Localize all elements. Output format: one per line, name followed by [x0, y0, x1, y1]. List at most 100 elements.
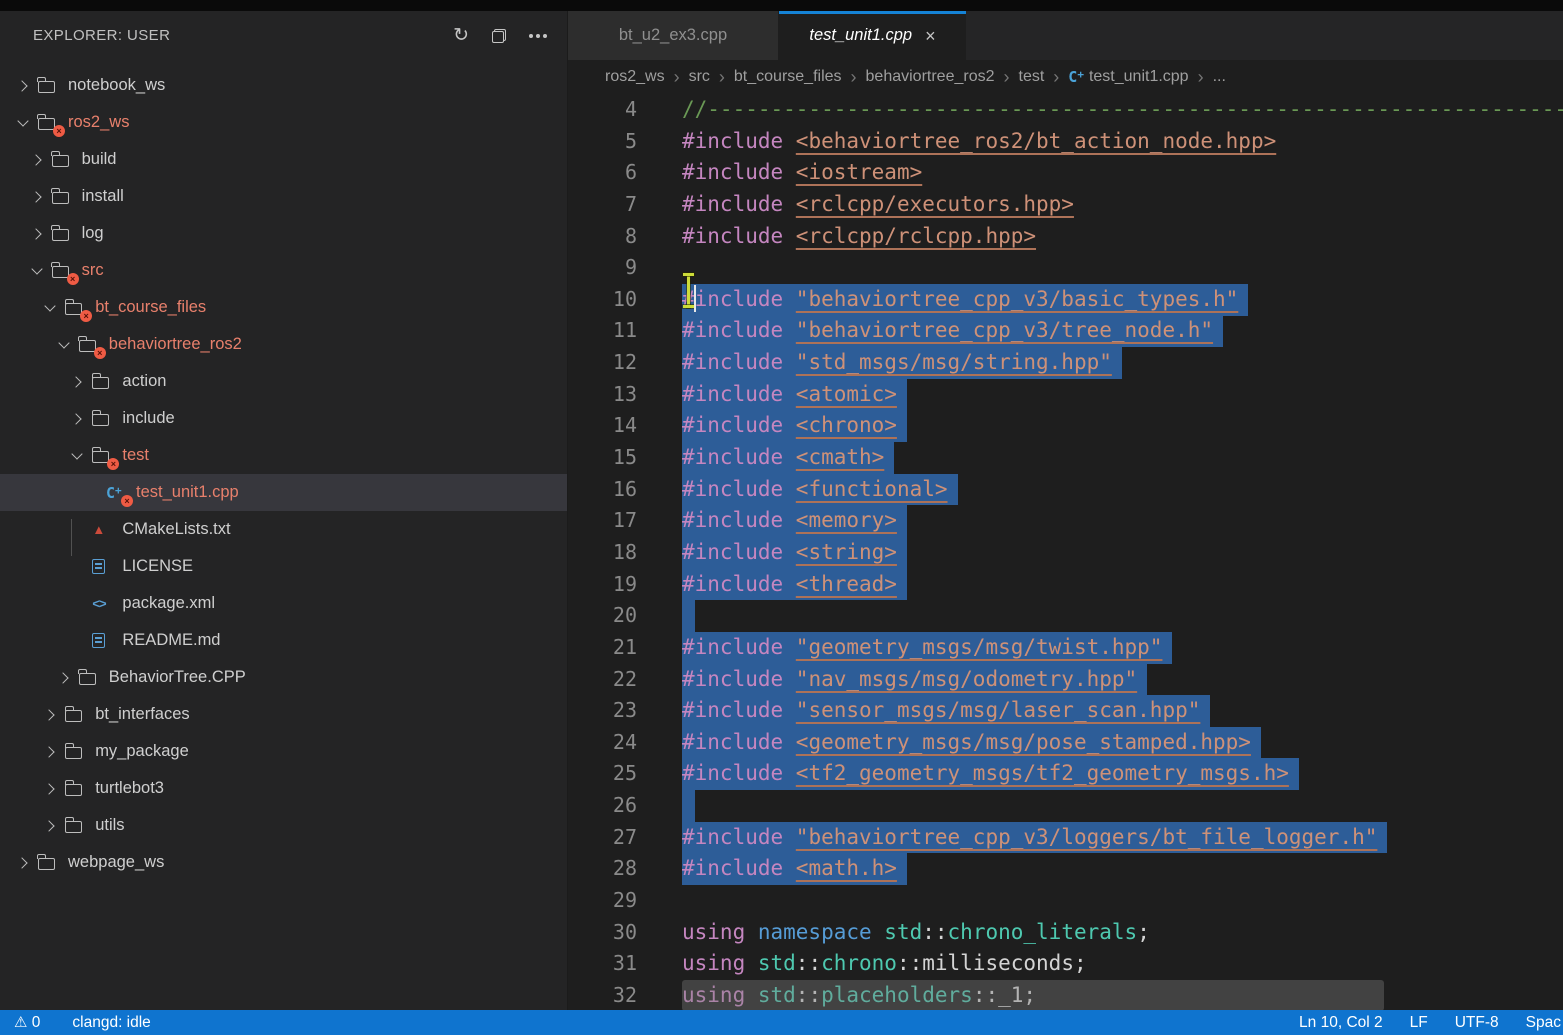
- tab-bt_u2_ex3-cpp[interactable]: bt_u2_ex3.cpp: [568, 11, 779, 60]
- line-number[interactable]: 29: [568, 885, 637, 917]
- eol-indicator[interactable]: LF: [1410, 1014, 1428, 1032]
- tree-item-LICENSE[interactable]: LICENSE: [0, 548, 567, 585]
- code-line-7[interactable]: 7#include <rclcpp/executors.hpp>: [568, 189, 1563, 221]
- code-line-24[interactable]: 24#include <geometry_msgs/msg/pose_stamp…: [568, 727, 1563, 759]
- chevron-down-icon[interactable]: [28, 263, 52, 279]
- tree-item-test_unit1.cpp[interactable]: ×test_unit1.cpp: [0, 474, 567, 511]
- chevron-down-icon[interactable]: [41, 300, 65, 316]
- line-number[interactable]: 7: [568, 189, 637, 221]
- line-number[interactable]: 12: [568, 347, 637, 379]
- code-line-17[interactable]: 17#include <memory>: [568, 505, 1563, 537]
- code-line-12[interactable]: 12#include "std_msgs/msg/string.hpp": [568, 347, 1563, 379]
- line-number[interactable]: 9: [568, 252, 637, 284]
- tree-item-action[interactable]: action: [0, 363, 567, 400]
- chevron-right-icon[interactable]: [14, 855, 38, 871]
- line-number[interactable]: 21: [568, 632, 637, 664]
- code-line-14[interactable]: 14#include <chrono>: [568, 410, 1563, 442]
- collapse-folders-icon[interactable]: [492, 29, 506, 43]
- line-number[interactable]: 5: [568, 126, 637, 158]
- chevron-right-icon[interactable]: [55, 670, 79, 686]
- chevron-right-icon[interactable]: [28, 226, 52, 242]
- tree-item-webpage_ws[interactable]: webpage_ws: [0, 844, 567, 881]
- horizontal-scrollbar[interactable]: [682, 980, 1384, 1010]
- tab-test_unit1-cpp[interactable]: test_unit1.cpp ×: [779, 11, 966, 60]
- chevron-right-icon[interactable]: [28, 189, 52, 205]
- chevron-right-icon[interactable]: [14, 78, 38, 94]
- tree-item-README.md[interactable]: README.md: [0, 622, 567, 659]
- tree-item-src[interactable]: ×src: [0, 252, 567, 289]
- chevron-down-icon[interactable]: [55, 337, 79, 353]
- code-line-25[interactable]: 25#include <tf2_geometry_msgs/tf2_geomet…: [568, 758, 1563, 790]
- code-line-31[interactable]: 31using std::chrono::milliseconds;: [568, 948, 1563, 980]
- code-line-5[interactable]: 5#include <behaviortree_ros2/bt_action_n…: [568, 126, 1563, 158]
- cursor-position[interactable]: Ln 10, Col 2: [1299, 1014, 1383, 1032]
- code-line-26[interactable]: 26: [568, 790, 1563, 822]
- refresh-explorer-icon[interactable]: ↻: [453, 26, 469, 45]
- code-line-18[interactable]: 18#include <string>: [568, 537, 1563, 569]
- line-number[interactable]: 25: [568, 758, 637, 790]
- chevron-right-icon[interactable]: [41, 744, 65, 760]
- breadcrumb-item-src[interactable]: src: [689, 68, 710, 86]
- line-number[interactable]: 22: [568, 664, 637, 696]
- tree-item-turtlebot3[interactable]: turtlebot3: [0, 770, 567, 807]
- code-line-20[interactable]: 20: [568, 600, 1563, 632]
- line-number[interactable]: 30: [568, 917, 637, 949]
- code-line-15[interactable]: 15#include <cmath>: [568, 442, 1563, 474]
- tree-item-include[interactable]: include: [0, 400, 567, 437]
- code-line-6[interactable]: 6#include <iostream>: [568, 157, 1563, 189]
- tree-item-test[interactable]: ×test: [0, 437, 567, 474]
- close-icon[interactable]: ×: [925, 27, 936, 45]
- line-number[interactable]: 4: [568, 94, 637, 126]
- code-line-19[interactable]: 19#include <thread>: [568, 569, 1563, 601]
- line-number[interactable]: 31: [568, 948, 637, 980]
- line-number[interactable]: 24: [568, 727, 637, 759]
- chevron-right-icon[interactable]: [68, 374, 92, 390]
- line-number[interactable]: 20: [568, 600, 637, 632]
- code-line-13[interactable]: 13#include <atomic>: [568, 379, 1563, 411]
- more-actions-icon[interactable]: [529, 34, 533, 38]
- breadcrumb-item-...[interactable]: ...: [1213, 68, 1226, 86]
- code-line-30[interactable]: 30using namespace std::chrono_literals;: [568, 917, 1563, 949]
- code-line-10[interactable]: 10#include "behaviortree_cpp_v3/basic_ty…: [568, 284, 1563, 316]
- line-number[interactable]: 10: [568, 284, 637, 316]
- chevron-down-icon[interactable]: [14, 115, 38, 131]
- code-line-29[interactable]: 29: [568, 885, 1563, 917]
- encoding-indicator[interactable]: UTF-8: [1455, 1014, 1499, 1032]
- chevron-right-icon[interactable]: [41, 707, 65, 723]
- line-number[interactable]: 32: [568, 980, 637, 1010]
- tree-item-BehaviorTree.CPP[interactable]: BehaviorTree.CPP: [0, 659, 567, 696]
- code-line-9[interactable]: 9: [568, 252, 1563, 284]
- tree-item-CMakeLists.txt[interactable]: CMakeLists.txt: [0, 511, 567, 548]
- line-number[interactable]: 17: [568, 505, 637, 537]
- problems-indicator[interactable]: ⚠ 0: [14, 1013, 40, 1032]
- line-number[interactable]: 11: [568, 315, 637, 347]
- breadcrumb-item-bt_course_files[interactable]: bt_course_files: [734, 68, 842, 86]
- code-line-8[interactable]: 8#include <rclcpp/rclcpp.hpp>: [568, 221, 1563, 253]
- line-number[interactable]: 23: [568, 695, 637, 727]
- indentation-indicator[interactable]: Spac: [1526, 1014, 1561, 1032]
- code-line-28[interactable]: 28#include <math.h>: [568, 853, 1563, 885]
- code-editor[interactable]: 4//-------------------------------------…: [568, 94, 1563, 1010]
- tree-item-package.xml[interactable]: package.xml: [0, 585, 567, 622]
- line-number[interactable]: 28: [568, 853, 637, 885]
- tree-item-behaviortree_ros2[interactable]: ×behaviortree_ros2: [0, 326, 567, 363]
- line-number[interactable]: 14: [568, 410, 637, 442]
- code-line-11[interactable]: 11#include "behaviortree_cpp_v3/tree_nod…: [568, 315, 1563, 347]
- breadcrumb-item-test[interactable]: test: [1019, 68, 1045, 86]
- chevron-down-icon[interactable]: [68, 448, 92, 464]
- chevron-right-icon[interactable]: [68, 411, 92, 427]
- line-number[interactable]: 27: [568, 822, 637, 854]
- chevron-right-icon[interactable]: [41, 781, 65, 797]
- line-number[interactable]: 19: [568, 569, 637, 601]
- line-number[interactable]: 13: [568, 379, 637, 411]
- tree-item-bt_interfaces[interactable]: bt_interfaces: [0, 696, 567, 733]
- breadcrumb-item-behaviortree_ros2[interactable]: behaviortree_ros2: [866, 68, 995, 86]
- chevron-right-icon[interactable]: [41, 818, 65, 834]
- tree-item-install[interactable]: install: [0, 178, 567, 215]
- chevron-right-icon[interactable]: [28, 152, 52, 168]
- breadcrumb-item-ros2_ws[interactable]: ros2_ws: [605, 68, 665, 86]
- code-line-22[interactable]: 22#include "nav_msgs/msg/odometry.hpp": [568, 664, 1563, 696]
- tree-item-utils[interactable]: utils: [0, 807, 567, 844]
- tree-item-bt_course_files[interactable]: ×bt_course_files: [0, 289, 567, 326]
- line-number[interactable]: 6: [568, 157, 637, 189]
